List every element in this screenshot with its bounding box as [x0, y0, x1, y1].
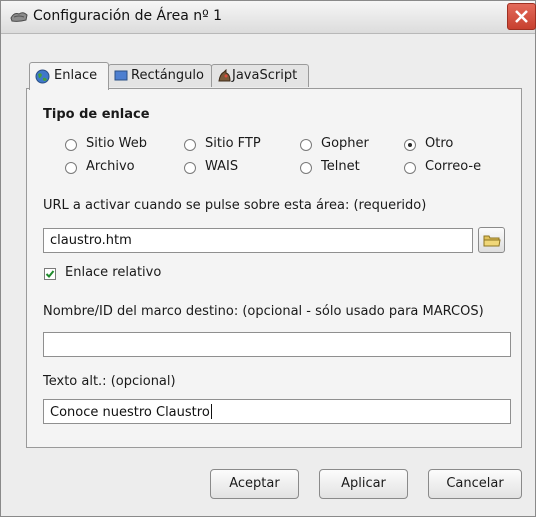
tab-label: Rectángulo	[131, 68, 204, 83]
radio-button[interactable]	[404, 162, 416, 174]
radio-dot	[408, 143, 412, 147]
radio-button[interactable]	[300, 162, 312, 174]
tab-rectangulo[interactable]: Rectángulo	[108, 64, 212, 87]
radio-label: Sitio Web	[86, 136, 148, 151]
text-cursor	[210, 404, 212, 419]
target-frame-label: Nombre/ID del marco destino: (opcional -…	[43, 304, 484, 319]
alt-text-input[interactable]: Conoce nuestro Claustro	[43, 399, 511, 424]
radio-button[interactable]	[184, 162, 196, 174]
radio-label: Archivo	[86, 159, 135, 174]
title-bar[interactable]: Configuración de Área nº 1	[1, 1, 536, 34]
tab-javascript[interactable]: JavaScript	[211, 64, 309, 87]
globe-icon	[35, 69, 50, 88]
alt-text-value: Conoce nuestro Claustro	[50, 405, 210, 420]
tab-enlace[interactable]: Enlace	[29, 62, 109, 90]
radio-label: Otro	[425, 136, 454, 151]
url-input[interactable]: claustro.htm	[43, 228, 473, 253]
relative-link-label: Enlace relativo	[65, 265, 162, 280]
tab-label: JavaScript	[232, 68, 298, 83]
radio-label: Gopher	[321, 136, 369, 151]
accept-button[interactable]: Aceptar	[210, 469, 299, 499]
radio-button-selected[interactable]	[404, 139, 416, 151]
radio-button[interactable]	[65, 162, 77, 174]
alt-text-label: Texto alt.: (opcional)	[43, 374, 176, 389]
dialog-window: Configuración de Área nº 1 Enlace Rectán…	[0, 0, 536, 517]
apply-button[interactable]: Aplicar	[319, 469, 408, 499]
check-icon	[45, 270, 55, 278]
rectangle-icon	[114, 69, 128, 85]
cancel-button[interactable]: Cancelar	[428, 469, 522, 499]
url-label: URL a activar cuando se pulse sobre esta…	[43, 198, 427, 213]
app-icon	[10, 9, 28, 23]
radio-label: Telnet	[321, 159, 360, 174]
radio-label: Correo-e	[425, 159, 482, 174]
radio-button[interactable]	[65, 139, 77, 151]
browse-file-button[interactable]	[478, 227, 505, 253]
relative-link-checkbox[interactable]	[44, 268, 56, 280]
radio-button[interactable]	[184, 139, 196, 151]
folder-icon	[483, 235, 501, 247]
link-type-label: Tipo de enlace	[43, 107, 150, 122]
radio-button[interactable]	[300, 139, 312, 151]
close-icon	[515, 10, 528, 23]
radio-label: WAIS	[205, 159, 239, 174]
radio-label: Sitio FTP	[205, 136, 261, 151]
link-panel: Tipo de enlace Sitio Web Sitio FTP Gophe…	[26, 88, 522, 448]
javascript-icon	[217, 68, 232, 87]
window-title: Configuración de Área nº 1	[33, 8, 223, 24]
target-frame-input[interactable]	[43, 332, 511, 357]
close-button[interactable]	[507, 3, 536, 30]
tab-label: Enlace	[54, 68, 98, 83]
